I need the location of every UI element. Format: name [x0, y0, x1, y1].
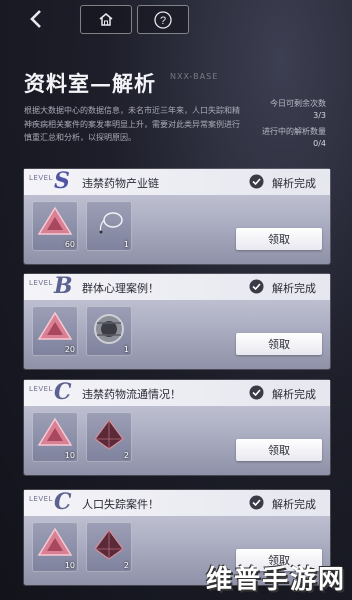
chevron-left-icon — [30, 9, 41, 28]
daily-remaining-label: 今日可剩余次数 — [270, 99, 326, 108]
reward-item[interactable]: 1 — [86, 201, 132, 251]
dark-crystal-icon — [94, 418, 124, 450]
reward-qty: 20 — [64, 345, 75, 354]
case-name: 违禁药物流通情况！ — [82, 388, 181, 401]
home-icon — [99, 13, 113, 26]
check-circle-icon — [249, 174, 264, 189]
card-header: LEVEL C 违禁药物流通情况！ 解析完成 — [24, 379, 330, 406]
help-glyph: ? — [160, 15, 166, 27]
card-header: LEVEL C 人口失踪案件！ 解析完成 — [24, 489, 330, 516]
case-name: 群体心理案例！ — [82, 282, 159, 295]
reward-item[interactable]: 60 — [32, 201, 78, 251]
dark-crystal-icon — [94, 528, 124, 560]
level-label: LEVEL — [29, 495, 53, 503]
analysis-card: LEVEL B 群体心理案例！ 解析完成 20 1 领取 — [24, 273, 330, 369]
page-description: 根据大数据中心的数据信息，未名市近三年来，人口失踪和精神疾病相关案件的案发率明显… — [24, 106, 240, 142]
case-name: 违禁药物产业链 — [82, 177, 159, 190]
claim-button[interactable]: 领取 — [236, 439, 322, 461]
status-text: 解析完成 — [272, 498, 316, 511]
top-bar: ? — [0, 0, 352, 38]
pink-triangle-crystal-icon — [37, 527, 73, 556]
level-label: LEVEL — [29, 279, 53, 287]
question-mark-icon: ? — [154, 10, 172, 29]
reward-item[interactable]: 10 — [32, 522, 78, 572]
reward-item[interactable]: 20 — [32, 306, 78, 356]
pink-triangle-crystal-icon — [37, 206, 73, 235]
status-text: 解析完成 — [272, 388, 316, 401]
pink-triangle-crystal-icon — [37, 311, 73, 340]
watermark: 维普手游网 — [205, 565, 346, 595]
reward-qty: 2 — [123, 451, 129, 460]
status-text: 解析完成 — [272, 282, 316, 295]
level-grade: B — [54, 273, 73, 299]
help-button[interactable]: ? — [137, 5, 189, 34]
level-label: LEVEL — [29, 174, 53, 182]
level-label: LEVEL — [29, 385, 53, 393]
pink-triangle-crystal-icon — [37, 417, 73, 446]
analysis-card: LEVEL C 违禁药物流通情况！ 解析完成 10 2 领取 — [24, 379, 330, 475]
reward-qty: 1 — [123, 240, 129, 249]
home-button[interactable] — [80, 5, 132, 34]
reward-item[interactable]: 2 — [86, 522, 132, 572]
reward-item[interactable]: 10 — [32, 412, 78, 462]
level-grade: S — [54, 168, 70, 194]
claim-button[interactable]: 领取 — [236, 228, 322, 250]
coiled-wire-icon — [99, 212, 123, 234]
analysis-card: LEVEL S 违禁药物产业链 解析完成 60 1 领取 — [24, 168, 330, 264]
reward-qty: 1 — [123, 345, 129, 354]
page-title: 资料室—解析 — [24, 71, 156, 96]
level-grade: C — [54, 379, 72, 405]
card-header: LEVEL B 群体心理案例！ 解析完成 — [24, 273, 330, 300]
reward-item[interactable]: 1 — [86, 306, 132, 356]
reward-item[interactable]: 2 — [86, 412, 132, 462]
reward-qty: 60 — [64, 240, 75, 249]
check-circle-icon — [249, 279, 264, 294]
level-grade: C — [54, 489, 72, 515]
back-button[interactable] — [18, 5, 54, 32]
page-title-code: NXX-BASE — [170, 72, 219, 81]
reward-qty: 2 — [123, 561, 129, 570]
reward-qty: 10 — [64, 451, 75, 460]
metal-ring-icon — [94, 314, 124, 344]
status-text: 解析完成 — [272, 177, 316, 190]
case-name: 人口失踪案件！ — [82, 498, 159, 511]
active-analysis-value: 0/4 — [313, 139, 326, 148]
reward-qty: 10 — [64, 561, 75, 570]
daily-remaining-value: 3/3 — [313, 111, 326, 120]
check-circle-icon — [249, 385, 264, 400]
active-analysis-label: 进行中的解析数量 — [262, 127, 326, 136]
claim-button[interactable]: 领取 — [236, 333, 322, 355]
card-header: LEVEL S 违禁药物产业链 解析完成 — [24, 168, 330, 195]
check-circle-icon — [249, 495, 264, 510]
